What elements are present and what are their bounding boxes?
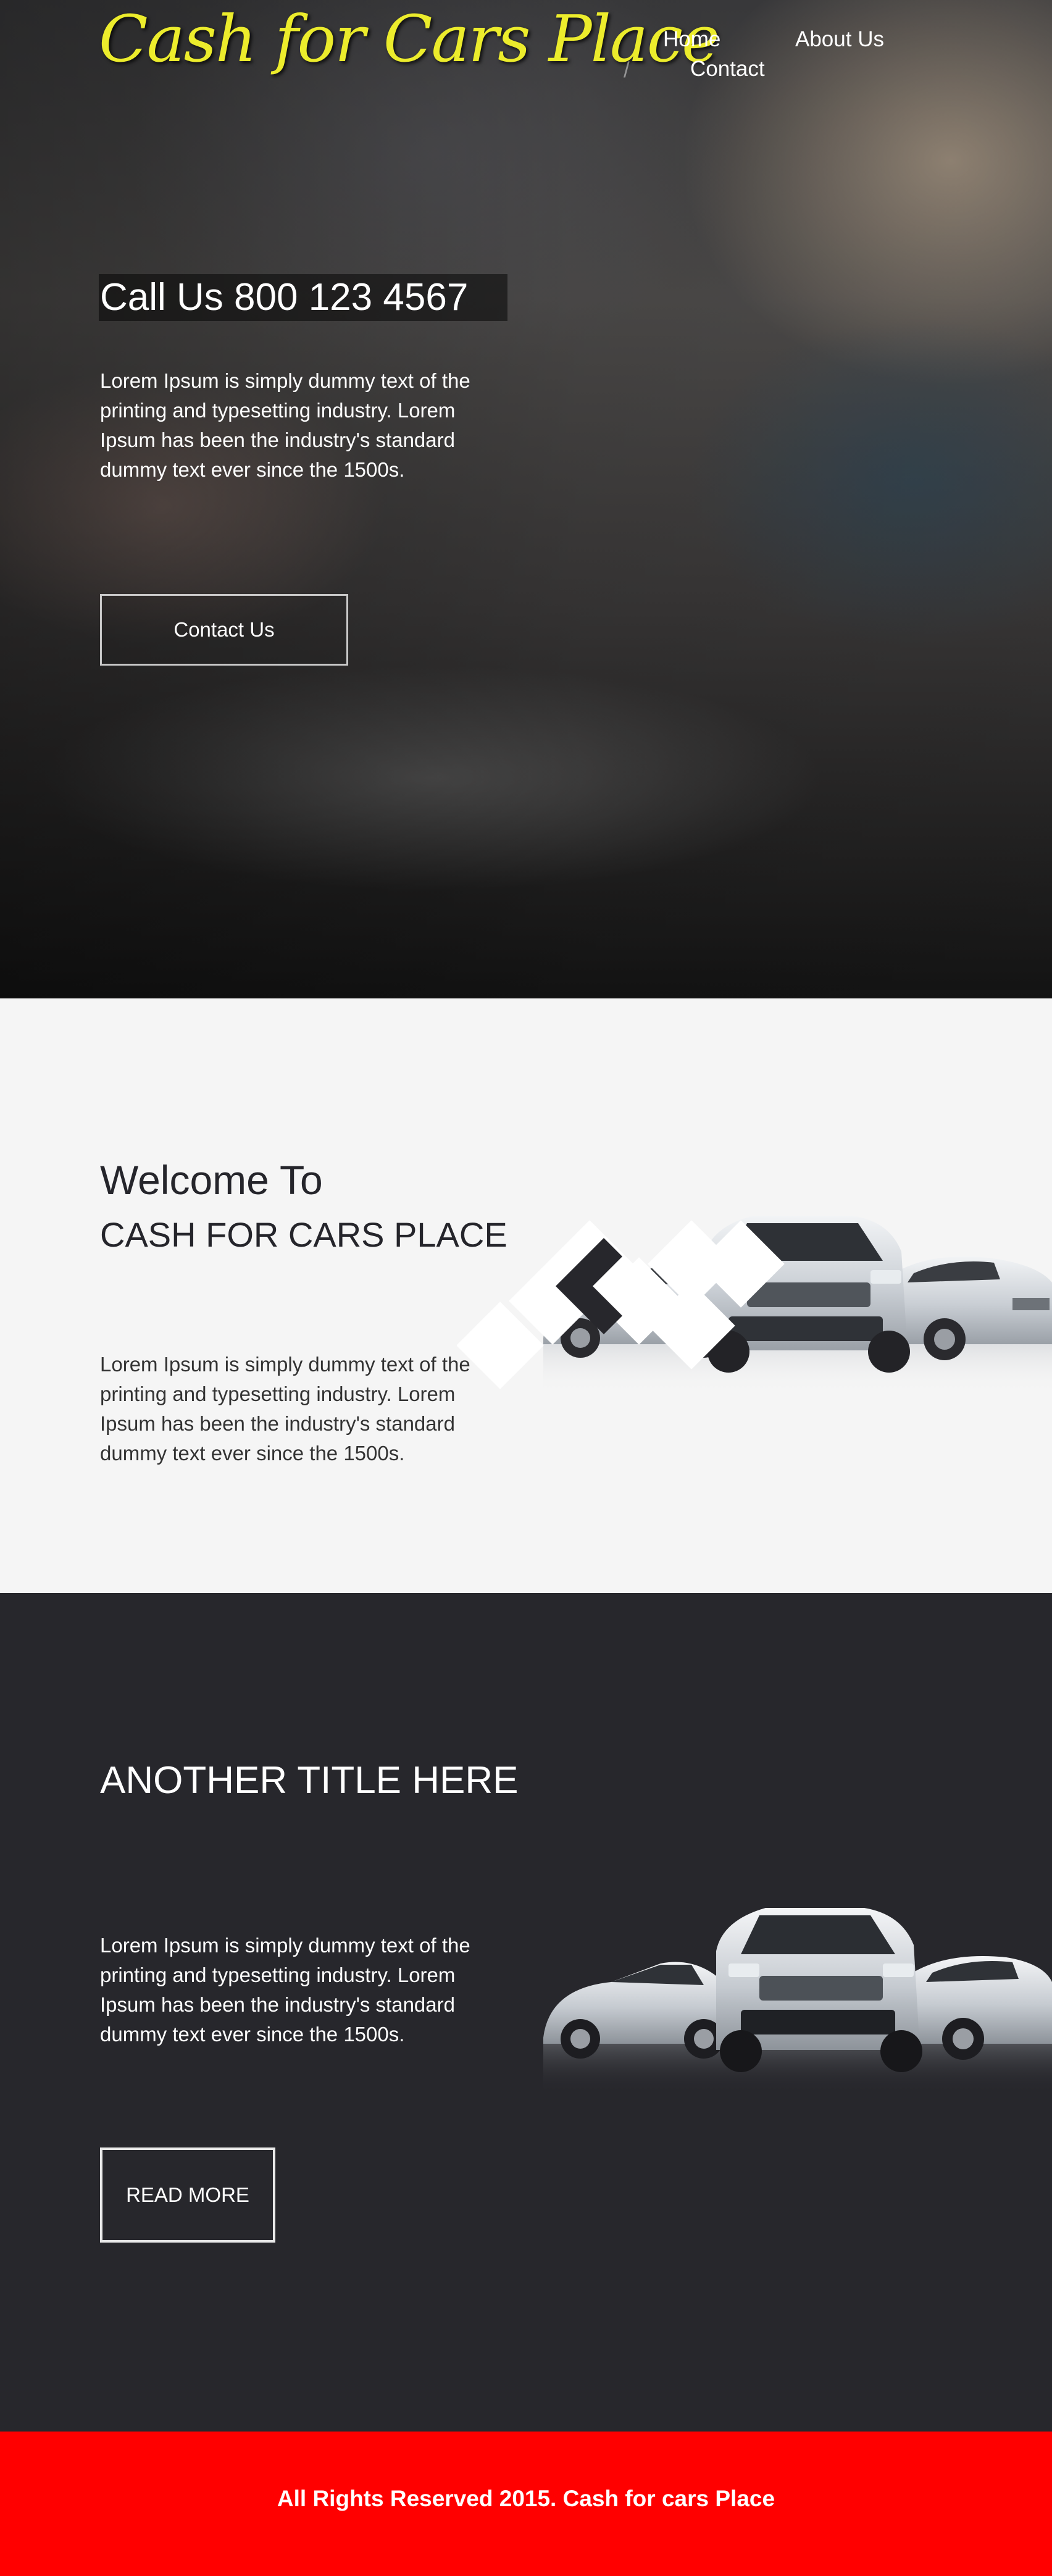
hero-phone-title: Call Us 800 123 4567 bbox=[99, 274, 507, 321]
contact-us-button[interactable]: Contact Us bbox=[100, 594, 348, 666]
another-description: Lorem Ipsum is simply dummy text of the … bbox=[100, 1934, 470, 2046]
welcome-subheading: CASH FOR CARS PLACE bbox=[100, 1215, 507, 1254]
another-title: ANOTHER TITLE HERE bbox=[100, 1759, 519, 1802]
another-section: ANOTHER TITLE HERE Lorem Ipsum is simply… bbox=[0, 1593, 1052, 2432]
hero-background-overlay bbox=[0, 0, 1052, 998]
nav-contact-link[interactable]: Contact bbox=[690, 57, 765, 82]
nav-separator: / bbox=[624, 58, 630, 82]
hero-section: Cash for Cars Place Home About Us / Cont… bbox=[0, 0, 1052, 998]
welcome-section: Welcome To CASH FOR CARS PLACE Lorem Ips… bbox=[0, 998, 1052, 1593]
read-more-button[interactable]: READ MORE bbox=[100, 2147, 275, 2243]
main-nav: Home About Us / Contact bbox=[624, 27, 908, 89]
footer-copyright: All Rights Reserved 2015. Cash for cars … bbox=[277, 2486, 775, 2511]
welcome-description: Lorem Ipsum is simply dummy text of the … bbox=[100, 1353, 470, 1465]
nav-about-link[interactable]: About Us bbox=[795, 27, 884, 52]
hero-description: Lorem Ipsum is simply dummy text of the … bbox=[100, 369, 470, 481]
nav-home-link[interactable]: Home bbox=[663, 27, 720, 52]
site-footer: All Rights Reserved 2015. Cash for cars … bbox=[0, 2432, 1052, 2576]
cars-image bbox=[543, 1908, 1052, 2093]
cars-image-with-diamonds bbox=[457, 1216, 1052, 1394]
welcome-heading: Welcome To bbox=[100, 1157, 323, 1203]
